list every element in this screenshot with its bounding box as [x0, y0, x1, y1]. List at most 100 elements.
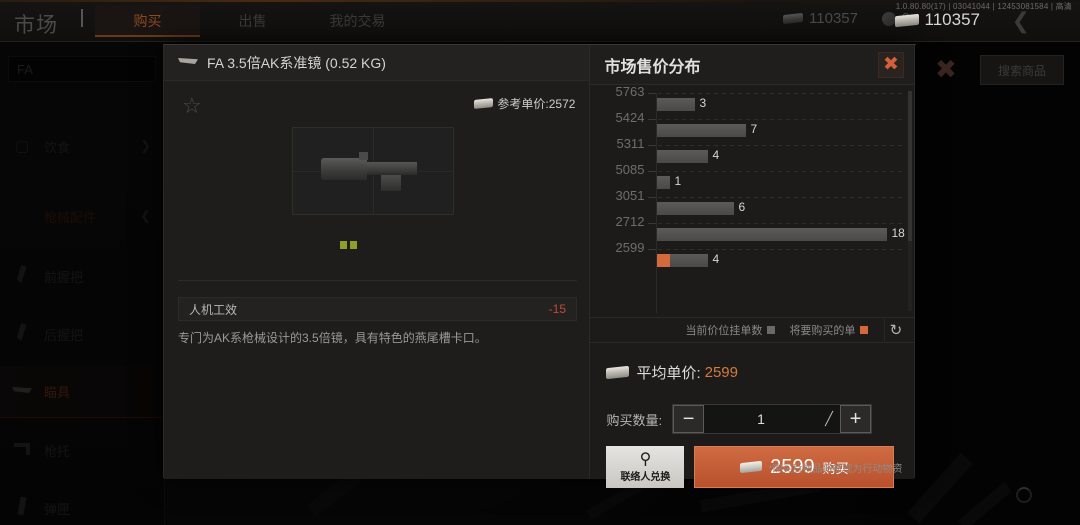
chart-bar[interactable]: [657, 228, 888, 241]
chart-gridline: [650, 171, 903, 172]
loading-spinner: [1016, 487, 1032, 503]
scope-body-shape: [367, 162, 417, 175]
chart-bar[interactable]: [657, 176, 671, 189]
chart-bar[interactable]: [657, 202, 735, 215]
item-description: 专门为AK系枪械设计的3.5倍镜，具有特色的燕尾槽卡口。: [178, 331, 487, 345]
condition-indicator: [340, 241, 357, 249]
scope-artwork: [315, 150, 433, 192]
close-icon[interactable]: ✖: [878, 51, 904, 78]
chart-gridline: [650, 119, 903, 120]
legend-label: 将要购买的单: [789, 325, 856, 337]
chart-tick-label: 5085: [615, 162, 645, 177]
chart-gridline: [650, 93, 903, 94]
currency-cash-primary: 110357: [894, 10, 980, 30]
reference-price-value: 2572: [548, 96, 576, 111]
chart-tick-label: 5763: [615, 85, 645, 99]
chart-tick-mark: [648, 145, 657, 146]
price-distribution-pane: 市场售价分布 ✖ 5763 3 5424 7 5311 4 5085 1 3051 6 2712 18…: [590, 45, 915, 488]
chart-bar-value: 7: [750, 122, 758, 136]
pencil-icon[interactable]: ╱: [818, 411, 840, 427]
chart-bar-value: 4: [712, 252, 720, 266]
chart-legend: 当前价位挂单数 将要购买的单 ↻: [590, 317, 915, 343]
chart-bar[interactable]: [657, 254, 709, 267]
chart-tick-mark: [648, 93, 657, 94]
cash-icon: [740, 460, 763, 474]
title-bar-accent: [81, 9, 83, 27]
chart-gridline: [650, 197, 903, 198]
quantity-stepper: − 1 ╱ +: [672, 404, 873, 434]
item-name: FA 3.5倍AK系准镜 (0.52 KG): [207, 54, 386, 71]
quantity-increase-button[interactable]: +: [840, 405, 872, 433]
version-info: 1.0.80.80(17) | 03041044 | 12453081584 |…: [895, 2, 1072, 11]
refresh-icon[interactable]: ↻: [884, 319, 906, 341]
quantity-decrease-button[interactable]: −: [673, 405, 705, 433]
chart-bar-buy-segment: [657, 254, 671, 267]
quantity-row: 购买数量: − 1 ╱ +: [606, 404, 873, 434]
chart-tick-label: 2599: [615, 240, 645, 255]
chart-tick-label: 3051: [615, 188, 645, 203]
average-price-label: 平均单价:: [636, 365, 701, 382]
item-title-bar: FA 3.5倍AK系准镜 (0.52 KG): [164, 45, 590, 81]
top-bar: 市场 购买 出售 我的交易 110357 0 110357 1.0.80.80(…: [0, 0, 1080, 42]
chart-tick-mark: [648, 197, 657, 198]
star-outline-icon[interactable]: ☆: [182, 95, 204, 117]
chart-plot-area: 5763 3 5424 7 5311 4 5085 1 3051 6 2712 18 2599 4: [590, 85, 914, 317]
cash-icon: [783, 12, 804, 25]
condition-mark: [350, 241, 357, 249]
cash-icon: [894, 13, 919, 27]
chart-tick-mark: [648, 249, 657, 250]
market-tabs: 购买 出售 我的交易: [95, 5, 410, 37]
price-panel-title: 市场售价分布: [604, 58, 701, 76]
cash-icon: [474, 98, 494, 109]
chart-tick-mark: [648, 223, 657, 224]
contact-exchange-button[interactable]: ⚲ 联络人兑换: [606, 446, 685, 488]
chart-gridline: [650, 145, 903, 146]
item-detail-pane: FA 3.5倍AK系准镜 (0.52 KG) ☆ 参考单价: 2572 人机工效…: [164, 45, 591, 479]
item-stat-row: 人机工效 -15: [178, 297, 577, 321]
chart-tick-mark: [648, 119, 657, 120]
chart-bar-value: 3: [699, 96, 707, 110]
chart-gridline: [650, 249, 903, 250]
chart-bar[interactable]: [657, 124, 747, 137]
chart-tick-label: 5424: [615, 110, 645, 125]
chart-tick-label: 2712: [615, 214, 645, 229]
scope-icon: [178, 58, 198, 67]
item-stat-value: -15: [548, 302, 566, 316]
scope-tube-shape: [321, 158, 367, 180]
scope-item-image: [292, 127, 454, 215]
chart-bar-value: 4: [712, 148, 720, 162]
chart-scrollbar-thumb[interactable]: [908, 91, 913, 241]
condition-mark: [340, 241, 347, 249]
legend-swatch-orange: [860, 326, 869, 334]
chart-bar[interactable]: [657, 150, 709, 163]
quantity-label: 购买数量:: [606, 412, 663, 428]
reference-price-label: 参考单价:: [497, 97, 549, 111]
reference-price: 参考单价: 2572: [474, 95, 575, 112]
legend-item-listings: 当前价位挂单数: [685, 322, 776, 338]
legend-label: 当前价位挂单数: [685, 325, 763, 337]
game-screen: FA ▢ 饮食 ❯ 枪械配件 ❮ 前握把 后握把 瞄具 枪托: [0, 0, 1080, 525]
scope-knob-shape: [359, 152, 368, 160]
chevron-left-icon[interactable]: ❮: [1012, 10, 1030, 32]
search-items-button[interactable]: 搜索商品: [980, 55, 1064, 85]
chart-scrollbar[interactable]: [908, 91, 913, 311]
purchase-section: 平均单价: 2599 购买数量: − 1 ╱ + ⚲ 联络人兑换 2599 购买…: [590, 344, 914, 488]
divider: [178, 280, 577, 281]
close-icon[interactable]: ✖: [935, 56, 957, 82]
price-distribution-chart: 5763 3 5424 7 5311 4 5085 1 3051 6 2712 18 2599 4: [590, 85, 914, 317]
price-panel-header: 市场售价分布 ✖: [590, 45, 914, 85]
chart-tick-mark: [648, 171, 657, 172]
chart-bar[interactable]: [657, 98, 696, 111]
tab-buy[interactable]: 购买: [95, 5, 200, 37]
magnifier-icon: ⚲: [639, 450, 652, 468]
legend-item-to-buy: 将要购买的单: [789, 322, 869, 338]
tab-sell[interactable]: 出售: [200, 5, 305, 37]
tab-my-trades[interactable]: 我的交易: [305, 5, 410, 37]
contact-button-label: 联络人兑换: [620, 471, 671, 483]
cash-icon: [606, 365, 630, 380]
item-stat-name: 人机工效: [189, 302, 238, 317]
item-purchase-modal: FA 3.5倍AK系准镜 (0.52 KG) ☆ 参考单价: 2572 人机工效…: [163, 44, 916, 488]
quantity-value[interactable]: 1: [704, 411, 818, 427]
chart-bar-value: 6: [738, 200, 746, 214]
chart-tick-label: 5311: [616, 136, 645, 151]
